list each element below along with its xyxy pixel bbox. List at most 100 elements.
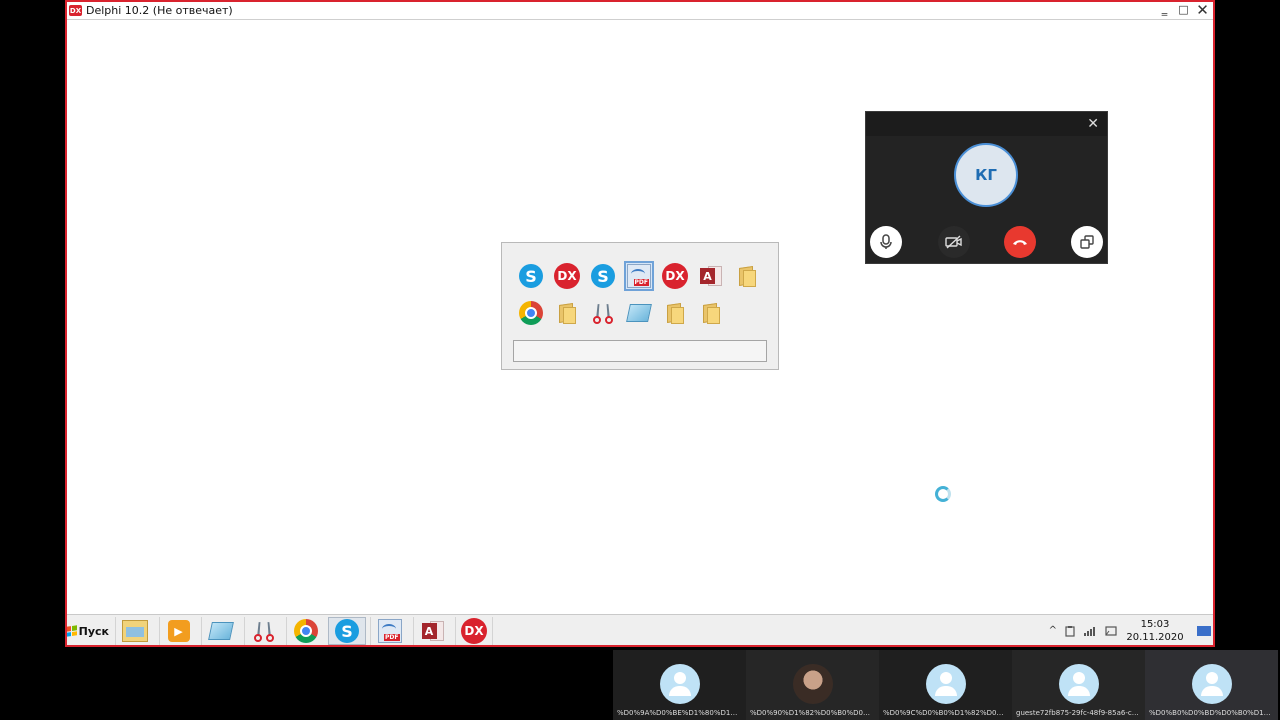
loading-spinner-icon bbox=[935, 486, 951, 502]
camera-off-icon bbox=[945, 235, 962, 249]
call-close-button[interactable]: ✕ bbox=[1087, 116, 1099, 132]
default-avatar-icon bbox=[1058, 664, 1099, 704]
scissors-icon bbox=[591, 301, 615, 325]
camera-button[interactable] bbox=[938, 226, 970, 258]
minimize-button[interactable]: ‗ bbox=[1156, 2, 1173, 17]
microphone-button[interactable] bbox=[870, 226, 902, 258]
switcher-item-notebook[interactable] bbox=[624, 298, 654, 328]
tray-expand-button[interactable]: ^ bbox=[1049, 625, 1057, 636]
pdf-printer-icon: PDF bbox=[627, 264, 651, 288]
window-switcher: S DX S PDF DX A bbox=[501, 242, 779, 370]
participant-name: %D0%9A%D0%BE%D1%80%D1%88... bbox=[617, 709, 746, 717]
folder-icon bbox=[701, 302, 721, 324]
taskbar-scissors[interactable] bbox=[244, 617, 282, 645]
delphi-app-icon: DX bbox=[69, 5, 82, 16]
action-center-icon[interactable] bbox=[1105, 625, 1117, 637]
default-avatar-icon bbox=[925, 664, 966, 704]
switcher-item-delphi[interactable]: DX bbox=[552, 261, 582, 291]
participant-tile[interactable]: gueste72fb875-29fc-48f9-85a6-c7... bbox=[1012, 650, 1145, 720]
access-icon: A bbox=[700, 264, 722, 288]
windows-flag-icon bbox=[67, 625, 77, 637]
taskbar-pdf-printer[interactable]: PDF bbox=[370, 617, 408, 645]
participant-name: %D0%90%D1%82%D0%B0%D0%B5... bbox=[750, 709, 879, 717]
switcher-item-chrome[interactable] bbox=[516, 298, 546, 328]
delphi-dx-icon: DX bbox=[662, 263, 688, 289]
skype-icon: S bbox=[591, 264, 615, 288]
switcher-item-downloads[interactable] bbox=[552, 298, 582, 328]
delphi-dx-icon: DX bbox=[461, 618, 487, 644]
chrome-icon bbox=[519, 301, 543, 325]
switcher-item-folder[interactable] bbox=[660, 298, 690, 328]
popout-button[interactable] bbox=[1071, 226, 1103, 258]
folder-icon bbox=[737, 265, 757, 287]
start-label: Пуск bbox=[78, 624, 109, 638]
switcher-item-skype[interactable]: S bbox=[516, 261, 546, 291]
show-desktop-icon[interactable] bbox=[1197, 625, 1211, 636]
call-header bbox=[866, 112, 1107, 136]
pdf-printer-icon: PDF bbox=[377, 619, 402, 643]
system-clock[interactable]: 15:03 20.11.2020 bbox=[1125, 618, 1185, 644]
switcher-item-access[interactable]: A bbox=[696, 261, 726, 291]
remote-desktop-screen: DX Delphi 10.2 (Не отвечает) ‗ □ ✕ S DX … bbox=[65, 0, 1215, 647]
clipboard-icon[interactable] bbox=[1065, 625, 1075, 637]
access-letter: A bbox=[421, 623, 437, 639]
taskbar-chrome[interactable] bbox=[286, 617, 324, 645]
taskbar-media-player[interactable]: ▶ bbox=[159, 617, 197, 645]
hangup-button[interactable] bbox=[1004, 226, 1036, 258]
taskbar-skype[interactable]: S bbox=[328, 617, 366, 645]
participant-name: %D0%9C%D0%B0%D1%82%D0%B2... bbox=[883, 709, 1012, 717]
call-widget: ✕ КГ bbox=[865, 111, 1108, 264]
default-avatar-icon bbox=[1191, 664, 1232, 704]
taskbar-explorer[interactable] bbox=[115, 617, 153, 645]
clock-date: 20.11.2020 bbox=[1126, 631, 1184, 643]
explorer-icon bbox=[121, 620, 148, 642]
taskbar-access[interactable]: A bbox=[413, 617, 451, 645]
access-letter: A bbox=[700, 268, 715, 284]
clock-time: 15:03 bbox=[1140, 618, 1170, 630]
window-title: Delphi 10.2 (Не отвечает) bbox=[86, 4, 233, 17]
pdf-tag: PDF bbox=[633, 279, 649, 286]
participants-strip: %D0%9A%D0%BE%D1%80%D1%88... %D0%90%D1%82… bbox=[613, 650, 1280, 720]
access-icon: A bbox=[421, 619, 444, 643]
skype-icon: S bbox=[335, 619, 359, 643]
downloads-folder-icon bbox=[557, 302, 577, 324]
scissors-icon bbox=[252, 619, 276, 643]
participant-name: gueste72fb875-29fc-48f9-85a6-c7... bbox=[1016, 709, 1143, 717]
default-avatar-icon bbox=[659, 664, 700, 704]
switcher-item-skype[interactable]: S bbox=[588, 261, 618, 291]
participant-tile[interactable]: %D0%B0%D0%BD%D0%B0%D1%8... bbox=[1145, 650, 1278, 720]
switcher-item-folder[interactable] bbox=[696, 298, 726, 328]
pdf-tag: PDF bbox=[384, 634, 400, 641]
microphone-icon bbox=[880, 234, 892, 249]
notebook-icon bbox=[626, 304, 652, 322]
window-titlebar: DX Delphi 10.2 (Не отвечает) ‗ □ ✕ bbox=[67, 1, 1213, 20]
window-controls: ‗ □ ✕ bbox=[1156, 1, 1211, 19]
switcher-item-folder[interactable] bbox=[732, 261, 762, 291]
caller-avatar: КГ bbox=[954, 143, 1018, 207]
participant-name: %D0%B0%D0%BD%D0%B0%D1%8... bbox=[1149, 709, 1278, 717]
network-signal-icon[interactable] bbox=[1083, 625, 1097, 637]
system-tray: ^ 15:03 20.11.2020 bbox=[1049, 615, 1213, 646]
maximize-button[interactable]: □ bbox=[1175, 2, 1192, 17]
media-player-icon: ▶ bbox=[167, 620, 190, 642]
participant-tile[interactable]: %D0%9A%D0%BE%D1%80%D1%88... bbox=[613, 650, 746, 720]
notebook-icon bbox=[207, 622, 234, 640]
switcher-title-field bbox=[513, 340, 767, 362]
chrome-icon bbox=[293, 619, 318, 643]
participant-tile[interactable]: %D0%90%D1%82%D0%B0%D0%B5... bbox=[746, 650, 879, 720]
close-button[interactable]: ✕ bbox=[1194, 1, 1211, 19]
switcher-item-scissors[interactable] bbox=[588, 298, 618, 328]
switcher-row-1: S DX S PDF DX A bbox=[516, 261, 762, 291]
delphi-dx-icon: DX bbox=[554, 263, 580, 289]
taskbar-notebook[interactable] bbox=[201, 617, 239, 645]
switcher-item-pdf-printer[interactable]: PDF bbox=[624, 261, 654, 291]
popout-icon bbox=[1080, 235, 1094, 249]
skype-icon: S bbox=[519, 264, 543, 288]
participant-tile[interactable]: %D0%9C%D0%B0%D1%82%D0%B2... bbox=[879, 650, 1012, 720]
taskbar: Пуск ▶ S PDF A DX ^ 15:03 20.11.2020 bbox=[67, 614, 1213, 645]
taskbar-delphi[interactable]: DX bbox=[455, 617, 493, 645]
switcher-row-2 bbox=[516, 298, 726, 328]
hangup-icon bbox=[1013, 240, 1027, 245]
switcher-item-delphi[interactable]: DX bbox=[660, 261, 690, 291]
start-button[interactable]: Пуск bbox=[67, 619, 109, 643]
